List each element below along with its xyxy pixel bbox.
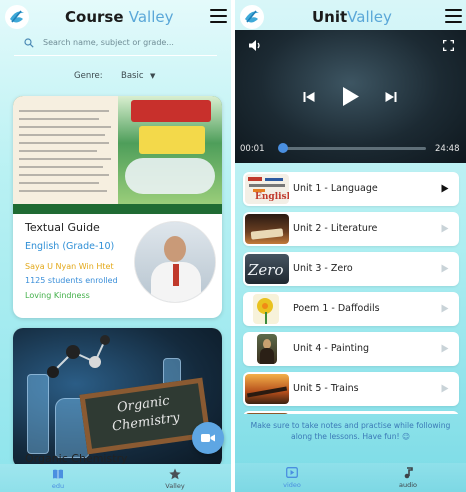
app-logo-icon [240, 5, 264, 29]
course-card[interactable]: Textual Guide English (Grade-10) Saya U … [13, 96, 222, 318]
lesson-label: Unit 4 - Painting [293, 343, 370, 354]
course-cover-image [13, 96, 222, 214]
nav-audio-label: audio [398, 481, 417, 489]
course-card[interactable]: Organic Chemistry Organic Chemistry [13, 328, 222, 468]
nav-valley-label: Valley [165, 482, 185, 490]
progress-track[interactable] [279, 147, 426, 150]
course-cover-image: Organic Chemistry [13, 328, 222, 468]
lesson-item[interactable]: Unit 4 - Painting [243, 332, 459, 366]
book-icon [53, 469, 63, 479]
molecule-icon [47, 335, 110, 378]
lesson-thumbnail [253, 294, 279, 324]
lesson-label: Unit 3 - Zero [293, 263, 353, 274]
current-time: 00:01 [240, 144, 265, 154]
play-icon[interactable] [441, 304, 449, 313]
lesson-thumbnail: Zero [245, 254, 289, 284]
nav-edu-label: edu [51, 482, 65, 490]
app-title: UnitValley [312, 8, 392, 26]
genre-select[interactable]: Basic [121, 71, 144, 81]
course-valley-screen: Course Valley Search name, subject or gr… [0, 0, 231, 492]
play-icon[interactable] [441, 344, 449, 353]
title-main: Unit [312, 8, 348, 26]
nav-valley[interactable]: Valley [145, 464, 205, 492]
lesson-item[interactable] [243, 411, 459, 414]
fullscreen-icon[interactable] [443, 40, 454, 51]
nav-video[interactable]: video [262, 463, 322, 491]
lesson-label: Unit 5 - Trains [293, 383, 359, 394]
lesson-list: English Unit 1 - Language Unit 2 - Liter… [235, 168, 466, 414]
lesson-thumbnail [245, 413, 289, 414]
search-icon [24, 38, 34, 48]
unit-valley-screen: UnitValley 00:01 24:48 Englis Unit 1 - L… [235, 0, 466, 492]
next-icon[interactable] [385, 91, 397, 103]
lesson-item[interactable]: Poem 1 - Daffodils [243, 292, 459, 326]
course-subtitle: English (Grade-10) [25, 241, 115, 252]
search-placeholder: Search name, subject or grade... [43, 38, 174, 47]
thumb-text: Zero [248, 261, 284, 279]
lesson-thumbnail [245, 214, 289, 244]
lesson-item[interactable]: Zero Unit 3 - Zero [243, 252, 459, 286]
volume-icon[interactable] [248, 39, 262, 52]
nav-video-label: video [283, 481, 301, 489]
course-title: Textual Guide [25, 221, 100, 234]
star-icon [169, 468, 181, 480]
course-tag: Loving Kindness [25, 291, 90, 300]
lesson-label: Poem 1 - Daffodils [293, 303, 380, 314]
play-icon[interactable] [441, 384, 449, 393]
course-enrolled: 1125 students enrolled [25, 276, 118, 285]
title-accent: Valley [347, 8, 392, 26]
title-main: Course [65, 8, 124, 26]
lesson-thumbnail: English [245, 174, 289, 204]
course-teacher: Saya U Nyan Win Htet [25, 262, 114, 271]
lesson-item[interactable]: Unit 2 - Literature [243, 212, 459, 246]
lesson-notice: Make sure to take notes and practise whi… [250, 421, 451, 441]
nav-edu[interactable]: edu [28, 464, 88, 492]
thumb-text: English [255, 192, 289, 202]
previous-icon[interactable] [303, 91, 315, 103]
play-icon[interactable] [441, 264, 449, 273]
lesson-label: Unit 1 - Language [293, 183, 378, 194]
lesson-thumbnail [245, 374, 289, 404]
progress-handle[interactable] [278, 143, 289, 153]
video-icon [286, 467, 298, 478]
play-icon[interactable] [441, 184, 449, 193]
genre-label: Genre: [74, 71, 103, 81]
nav-audio[interactable]: audio [378, 463, 438, 491]
lesson-thumbnail [257, 334, 277, 364]
menu-icon[interactable] [210, 9, 227, 23]
bottom-nav: video audio [235, 463, 466, 492]
app-logo-icon [5, 5, 29, 29]
search-input[interactable]: Search name, subject or grade... [14, 34, 217, 56]
header: UnitValley [235, 0, 466, 34]
lesson-item[interactable]: English Unit 1 - Language [243, 172, 459, 206]
menu-icon[interactable] [445, 9, 462, 23]
app-title: Course Valley [65, 8, 173, 26]
title-accent: Valley [128, 8, 174, 26]
header: Course Valley [0, 0, 231, 34]
chevron-down-icon[interactable]: ▼ [150, 72, 155, 80]
video-camera-icon [201, 434, 215, 442]
video-camera-button[interactable] [192, 422, 224, 454]
play-icon[interactable] [342, 86, 360, 107]
teacher-avatar [134, 221, 216, 303]
music-note-icon [404, 467, 413, 479]
bottom-nav: edu Valley [0, 464, 231, 492]
lesson-label: Unit 2 - Literature [293, 223, 378, 234]
duration: 24:48 [435, 144, 460, 154]
video-player[interactable]: 00:01 24:48 [235, 30, 466, 163]
lesson-item[interactable]: Unit 5 - Trains [243, 372, 459, 406]
play-icon[interactable] [441, 224, 449, 233]
